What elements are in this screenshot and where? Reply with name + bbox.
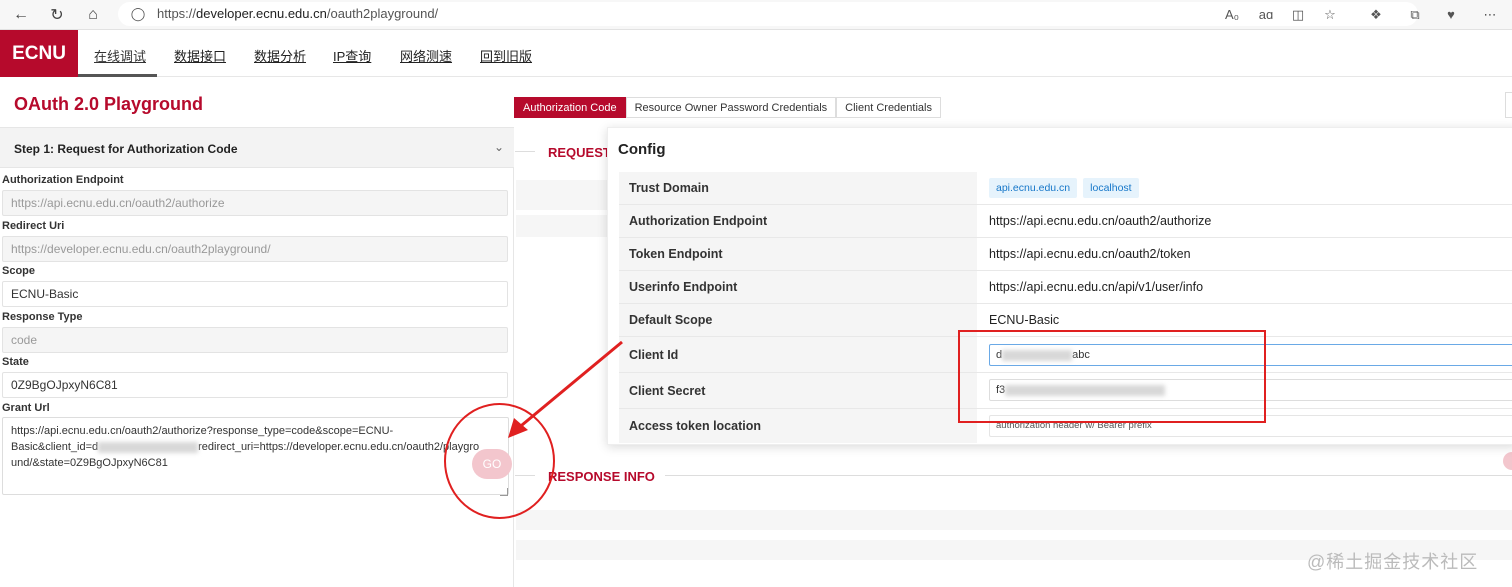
grant-url-line-3: und/&state=0Z9BgOJpxyN6C81	[11, 457, 168, 469]
response-placeholder	[516, 510, 1512, 530]
grant-type-tabs: Authorization Code Resource Owner Passwo…	[514, 97, 941, 118]
request-placeholder	[516, 180, 608, 210]
annotation-arrow	[508, 340, 623, 438]
back-icon[interactable]: ←	[10, 4, 32, 26]
token-endpoint-value: https://api.ecnu.edu.cn/oauth2/token	[989, 247, 1191, 261]
config-title: Config	[618, 141, 666, 158]
domain-tag: api.ecnu.edu.cn	[989, 178, 1078, 198]
state-input[interactable]: 0Z9BgOJpxyN6C81	[2, 372, 508, 398]
lock-icon[interactable]: ◯	[128, 4, 148, 24]
extensions-icon[interactable]: ❖	[1366, 5, 1386, 25]
auth-endpoint-input[interactable]: https://api.ecnu.edu.cn/oauth2/authorize	[2, 190, 508, 216]
nav-item-speed-test[interactable]: 网络测速	[400, 46, 452, 65]
config-auth-endpoint-label: Authorization Endpoint	[619, 205, 977, 237]
tab-password-credentials[interactable]: Resource Owner Password Credentials	[625, 97, 837, 118]
grant-url-textarea[interactable]: https://api.ecnu.edu.cn/oauth2/authorize…	[2, 417, 509, 495]
favorite-icon[interactable]: ☆	[1320, 5, 1340, 25]
home-icon[interactable]: ⌂	[82, 4, 104, 26]
scope-input[interactable]: ECNU-Basic	[2, 281, 508, 307]
config-auth-endpoint-value: https://api.ecnu.edu.cn/oauth2/authorize	[989, 214, 1212, 228]
tab-client-credentials[interactable]: Client Credentials	[836, 97, 941, 118]
reload-icon[interactable]: ↻	[46, 4, 68, 26]
annotation-rectangle	[958, 330, 1266, 423]
userinfo-endpoint-value: https://api.ecnu.edu.cn/api/v1/user/info	[989, 280, 1204, 294]
request-placeholder	[516, 215, 608, 237]
read-aloud-icon[interactable]: A₀	[1222, 5, 1242, 25]
client-secret-label: Client Secret	[619, 373, 977, 408]
config-row-trust-domain: Trust Domain api.ecnu.edu.cn localhost	[619, 172, 1512, 205]
ecnu-logo[interactable]: ECNU	[0, 30, 78, 77]
trust-domain-label: Trust Domain	[619, 172, 977, 204]
nav-item-ip-query[interactable]: IP查询	[333, 46, 371, 65]
more-icon[interactable]: ⋯	[1480, 5, 1500, 25]
collections-icon[interactable]: ⧉	[1405, 5, 1425, 25]
config-row-token-endpoint: Token Endpoint https://api.ecnu.edu.cn/o…	[619, 238, 1512, 271]
redacted-client-id	[98, 441, 199, 453]
request-divider	[515, 151, 535, 152]
domain-tag: localhost	[1083, 178, 1139, 198]
grant-url-label: Grant Url	[2, 402, 50, 414]
request-header: REQUEST	[548, 145, 611, 160]
nav-item-data-api[interactable]: 数据接口	[174, 46, 226, 65]
redirect-uri-label: Redirect Uri	[2, 220, 65, 232]
split-screen-icon[interactable]: ◫	[1288, 5, 1308, 25]
grant-url-line-2: Basic&client_id=d redirect_uri=https://de…	[11, 441, 480, 453]
client-id-label: Client Id	[619, 337, 977, 372]
response-divider-right	[665, 475, 1512, 476]
corner-button[interactable]	[1505, 92, 1512, 118]
nav-item-debug[interactable]: 在线调试	[94, 46, 146, 65]
trust-domain-tags: api.ecnu.edu.cn localhost	[989, 172, 1145, 204]
default-scope-label: Default Scope	[619, 304, 977, 336]
step-title: Step 1: Request for Authorization Code	[14, 142, 238, 156]
state-label: State	[2, 356, 29, 368]
site-nav: ECNU 在线调试 数据接口 数据分析 IP查询 网络测速 回到旧版	[0, 30, 1512, 77]
auth-endpoint-label: Authorization Endpoint	[2, 174, 124, 186]
translate-icon[interactable]: aɑ	[1256, 5, 1276, 25]
chevron-down-icon[interactable]: ⌄	[494, 140, 504, 154]
userinfo-endpoint-label: Userinfo Endpoint	[619, 271, 977, 303]
config-row-userinfo-endpoint: Userinfo Endpoint https://api.ecnu.edu.c…	[619, 271, 1512, 304]
tab-authorization-code[interactable]: Authorization Code	[514, 97, 626, 118]
scope-label: Scope	[2, 265, 36, 277]
step-header[interactable]: Step 1: Request for Authorization Code ⌄	[0, 127, 514, 168]
step-panel: Step 1: Request for Authorization Code ⌄…	[0, 127, 514, 587]
config-row-auth-endpoint: Authorization Endpoint https://api.ecnu.…	[619, 205, 1512, 238]
grant-url-line-1: https://api.ecnu.edu.cn/oauth2/authorize…	[11, 425, 394, 437]
response-type-label: Response Type	[2, 311, 83, 323]
response-type-input[interactable]: code	[2, 327, 508, 353]
token-endpoint-label: Token Endpoint	[619, 238, 977, 270]
nav-item-data-analysis[interactable]: 数据分析	[254, 46, 306, 65]
nav-item-old-version[interactable]: 回到旧版	[480, 46, 532, 65]
active-nav-indicator	[78, 74, 157, 77]
page-title: OAuth 2.0 Playground	[14, 94, 204, 114]
watermark: @稀土掘金技术社区	[1307, 552, 1479, 572]
url-text[interactable]: https://developer.ecnu.edu.cn/oauth2play…	[157, 6, 438, 21]
corner-go-button[interactable]	[1503, 452, 1512, 470]
browser-essentials-icon[interactable]: ♥	[1441, 5, 1461, 25]
response-header: RESPONSE INFO	[548, 469, 655, 484]
redirect-uri-input[interactable]: https://developer.ecnu.edu.cn/oauth2play…	[2, 236, 508, 262]
browser-toolbar: ← ↻ ⌂ ◯ https://developer.ecnu.edu.cn/oa…	[0, 0, 1512, 30]
token-location-label: Access token location	[619, 409, 977, 443]
